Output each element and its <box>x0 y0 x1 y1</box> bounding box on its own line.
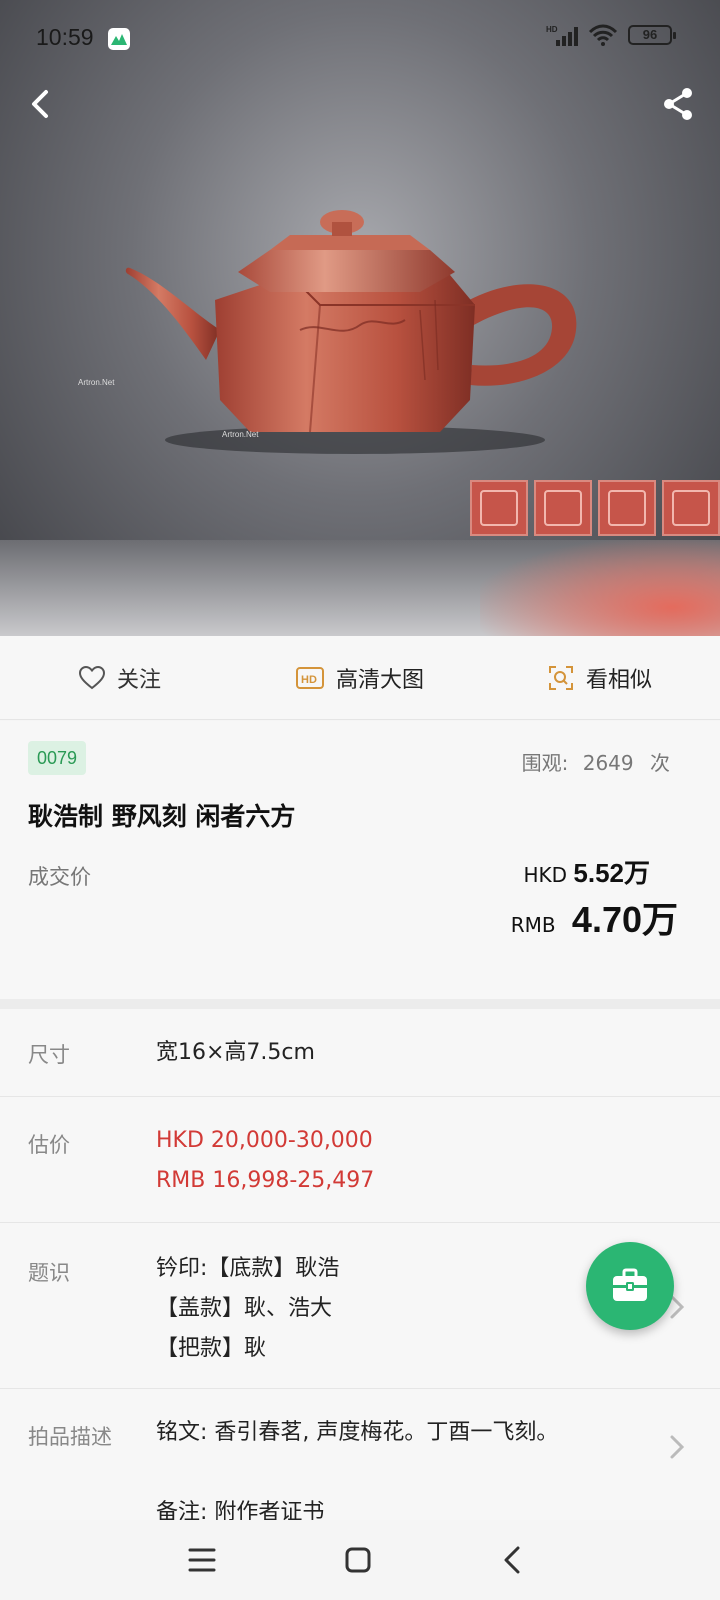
views-label: 围观: <box>521 751 569 775</box>
hd-image-label: 高清大图 <box>335 667 424 693</box>
lot-image[interactable]: Artron.Net Artron.Net 10:59 HD 96 <box>0 0 720 636</box>
inscription-line: 钤印:【底款】耿浩 <box>156 1256 340 1281</box>
auction-lot-detail-screen: Artron.Net Artron.Net 10:59 HD 96 关注 HD … <box>0 0 720 1600</box>
hd-image-button[interactable]: HD 高清大图 <box>240 662 480 694</box>
price-hkd-currency: HKD <box>523 863 568 887</box>
lot-info-card: 0079 围观: 2649 次 耿浩制 野风刻 闲者六方 成交价 HKD 5.5… <box>0 721 720 999</box>
system-navigation-bar <box>0 1520 720 1600</box>
inscription-line: 【盖款】耿、浩大 <box>156 1296 333 1321</box>
share-icon <box>664 88 692 120</box>
find-similar-button[interactable]: 看相似 <box>480 662 720 694</box>
chevron-left-icon <box>32 90 48 118</box>
lot-title: 耿浩制 野风刻 闲者六方 <box>28 802 296 831</box>
search-similar-icon <box>548 665 573 690</box>
view-count: 围观: 2649 次 <box>522 747 670 776</box>
briefcase-icon <box>613 1268 647 1301</box>
app-notification-icon <box>108 28 130 50</box>
description-row[interactable]: 拍品描述 铭文: 香引春茗, 声度梅花。丁酉一飞刻。 备注: 附作者证书 <box>0 1389 720 1520</box>
wifi-icon <box>588 24 618 46</box>
price-hkd: HKD 5.52万 <box>523 853 650 890</box>
image-bottom-band <box>0 540 720 636</box>
estimate-hkd: HKD 20,000-30,000 <box>156 1128 373 1153</box>
find-similar-label: 看相似 <box>585 667 652 693</box>
share-button[interactable] <box>658 84 698 124</box>
price-rmb-currency: RMB <box>510 913 556 937</box>
teapot-illustration <box>125 210 577 454</box>
status-bar: 10:59 HD 96 <box>0 0 720 80</box>
watermark-text: Artron.Net <box>222 430 259 439</box>
lot-number-badge: 0079 <box>28 741 87 775</box>
back-triangle-icon[interactable] <box>494 1540 534 1580</box>
cellular-signal-icon: HD <box>546 25 578 46</box>
seal-image <box>662 480 720 536</box>
follow-label: 关注 <box>116 667 161 693</box>
size-value: 宽16×高7.5cm <box>156 1040 315 1065</box>
description-text: 铭文: 香引春茗, 声度梅花。丁酉一飞刻。 <box>156 1420 559 1445</box>
estimate-row: 估价 HKD 20,000-30,000 RMB 16,998-25,497 <box>0 1097 720 1223</box>
svg-text:HD: HD <box>301 674 317 686</box>
follow-button[interactable]: 关注 <box>0 662 240 694</box>
home-square-icon[interactable] <box>338 1540 378 1580</box>
inscription-label: 题识 <box>28 1261 70 1285</box>
seal-image <box>470 480 528 536</box>
size-row: 尺寸 宽16×高7.5cm <box>0 1009 720 1097</box>
action-bar: 关注 HD 高清大图 看相似 <box>0 636 720 720</box>
inscription-line: 【把款】耿 <box>156 1336 267 1361</box>
seal-image <box>534 480 592 536</box>
description-label: 拍品描述 <box>28 1425 112 1449</box>
price-hkd-value: 5.52万 <box>573 858 650 888</box>
size-label: 尺寸 <box>28 1043 70 1067</box>
seal-thumbnails <box>470 480 720 536</box>
back-button[interactable] <box>22 84 62 124</box>
seal-image <box>598 480 656 536</box>
menu-icon[interactable] <box>182 1540 222 1580</box>
description-note: 备注: 附作者证书 <box>156 1500 325 1520</box>
views-count: 2649 <box>582 751 634 775</box>
section-divider <box>0 999 720 1009</box>
watermark-text: Artron.Net <box>78 378 115 387</box>
svg-text:HD: HD <box>546 25 558 34</box>
battery-icon: 96 <box>628 25 676 45</box>
estimate-label: 估价 <box>28 1133 70 1157</box>
estimate-rmb: RMB 16,998-25,497 <box>156 1168 375 1193</box>
views-unit: 次 <box>650 751 670 775</box>
toolbox-fab-button[interactable] <box>586 1242 674 1330</box>
status-time: 10:59 <box>36 24 94 50</box>
price-rmb: RMB 4.70万 <box>511 891 678 943</box>
heart-outline-icon <box>78 665 105 689</box>
chevron-right-icon <box>670 1435 685 1459</box>
hd-icon: HD <box>295 666 324 689</box>
price-rmb-value: 4.70万 <box>571 899 678 940</box>
status-icons: HD 96 <box>546 24 676 46</box>
sold-price-label: 成交价 <box>28 865 91 889</box>
